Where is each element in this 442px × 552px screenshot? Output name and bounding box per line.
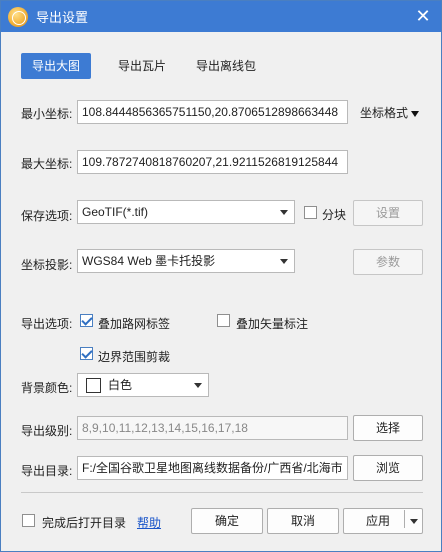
background-color-label: 背景颜色: xyxy=(21,381,73,395)
settings-button[interactable]: 设置 xyxy=(353,200,423,226)
close-icon[interactable]: ✕ xyxy=(413,6,433,26)
split-checkbox[interactable] xyxy=(304,206,317,219)
export-directory-input[interactable]: F:/全国谷歌卫星地图离线数据备份/广西省/北海市 xyxy=(77,456,348,480)
chevron-down-icon xyxy=(280,210,288,215)
export-levels-input[interactable]: 8,9,10,11,12,13,14,15,16,17,18 xyxy=(77,416,348,440)
tab-export-tiles[interactable]: 导出瓦片 xyxy=(107,53,177,79)
clip-boundary-label: 边界范围剪裁 xyxy=(98,350,171,364)
open-dir-label: 完成后打开目录 xyxy=(42,516,127,530)
title-bar: 导出设置 ✕ xyxy=(1,1,441,32)
browse-button[interactable]: 浏览 xyxy=(353,455,423,481)
overlay-road-label: 叠加路网标签 xyxy=(98,317,171,331)
projection-value: WGS84 Web 墨卡托投影 xyxy=(82,254,216,268)
export-directory-label: 导出目录: xyxy=(21,464,73,478)
app-globe-icon xyxy=(8,6,28,27)
open-dir-checkbox[interactable] xyxy=(22,514,35,527)
max-coord-input[interactable]: 109.7872740818760207,21.9211526819125844 xyxy=(77,150,348,174)
export-settings-dialog: 导出设置 ✕ 导出大图 导出瓦片 导出离线包 最小坐标: 108.8444856… xyxy=(0,0,442,552)
max-coord-label: 最大坐标: xyxy=(21,157,73,171)
clip-boundary-checkbox[interactable] xyxy=(80,347,93,360)
color-swatch xyxy=(86,378,101,393)
params-button[interactable]: 参数 xyxy=(353,249,423,275)
split-label: 分块 xyxy=(322,208,347,222)
export-levels-label: 导出级别: xyxy=(21,424,73,438)
projection-select[interactable]: WGS84 Web 墨卡托投影 xyxy=(77,249,295,273)
coord-format-label: 坐标格式 xyxy=(360,106,409,120)
divider xyxy=(21,492,423,493)
apply-split-divider xyxy=(404,510,405,528)
cancel-button[interactable]: 取消 xyxy=(267,508,339,534)
tab-export-image[interactable]: 导出大图 xyxy=(21,53,91,79)
select-levels-button[interactable]: 选择 xyxy=(353,415,423,441)
help-link[interactable]: 帮助 xyxy=(137,514,161,531)
save-format-select[interactable]: GeoTIF(*.tif) xyxy=(77,200,295,224)
export-options-label: 导出选项: xyxy=(21,317,73,331)
chevron-down-icon xyxy=(194,383,202,388)
chevron-down-icon xyxy=(280,259,288,264)
window-title: 导出设置 xyxy=(36,10,89,25)
chevron-down-icon[interactable] xyxy=(410,519,418,524)
min-coord-label: 最小坐标: xyxy=(21,107,73,121)
apply-label: 应用 xyxy=(366,514,391,528)
min-coord-input[interactable]: 108.8444856365751150,20.8706512898663448 xyxy=(77,100,348,124)
save-option-label: 保存选项: xyxy=(21,209,73,223)
save-format-value: GeoTIF(*.tif) xyxy=(82,205,149,219)
overlay-vector-label: 叠加矢量标注 xyxy=(236,317,309,331)
coord-format-menu[interactable]: 坐标格式 xyxy=(360,104,420,121)
triangle-down-icon xyxy=(411,110,420,117)
overlay-vector-checkbox[interactable] xyxy=(217,314,230,327)
overlay-road-checkbox[interactable] xyxy=(80,314,93,327)
projection-label: 坐标投影: xyxy=(21,258,73,272)
tab-export-offline-package[interactable]: 导出离线包 xyxy=(189,53,263,79)
ok-button[interactable]: 确定 xyxy=(191,508,263,534)
